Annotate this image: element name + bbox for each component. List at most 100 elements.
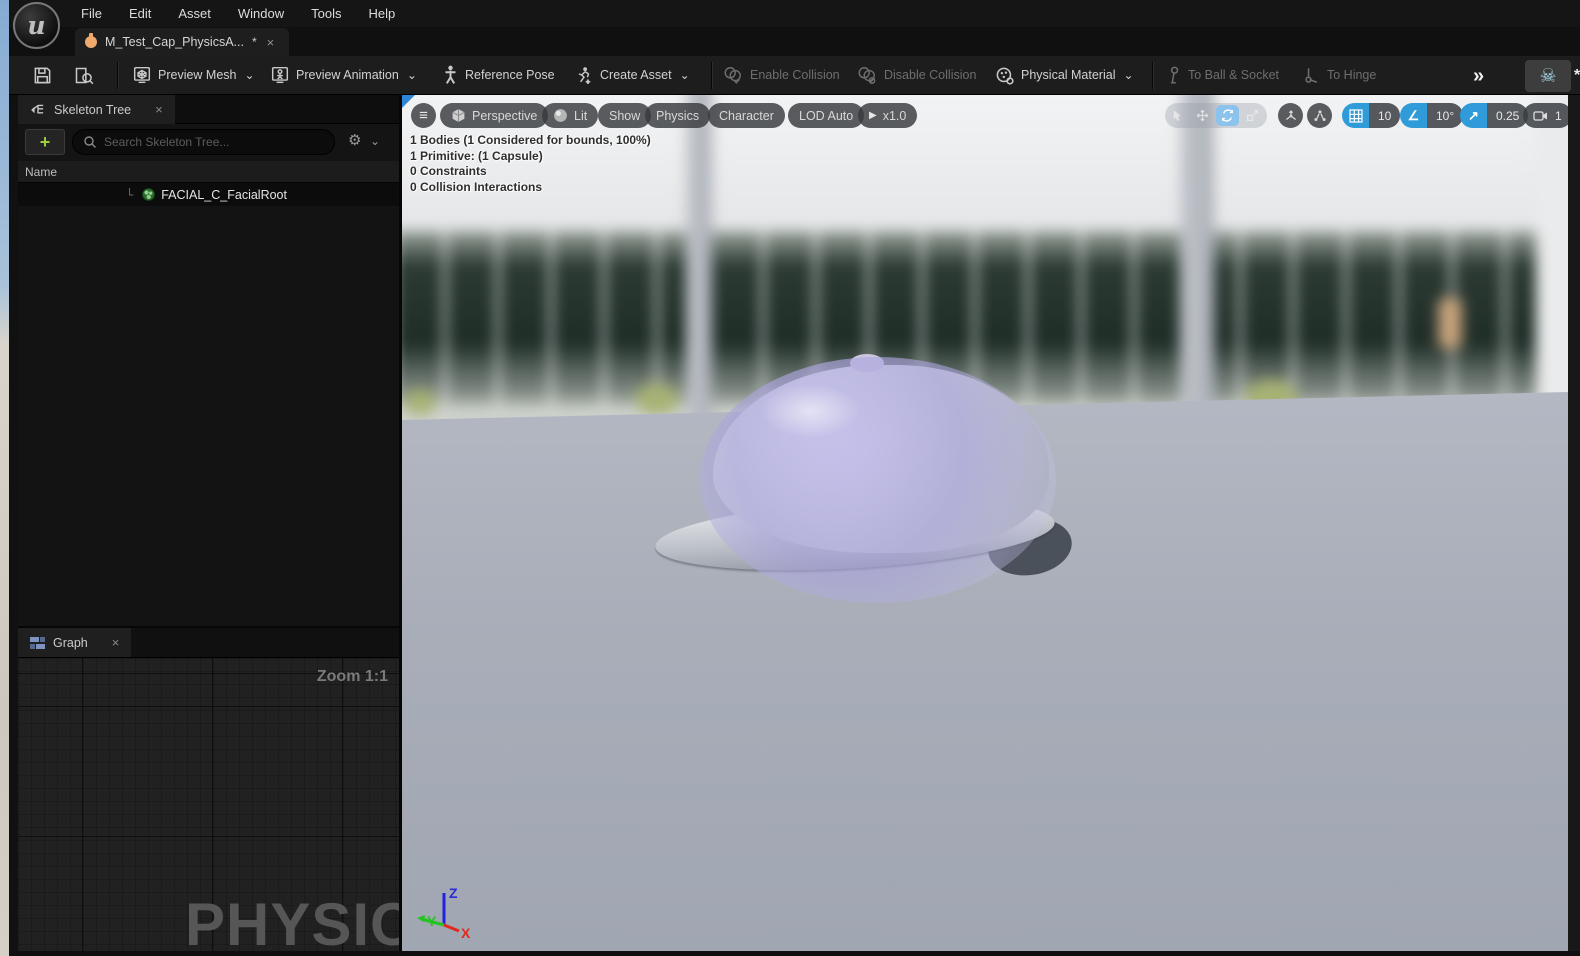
lit-dropdown[interactable]: Lit bbox=[542, 103, 598, 128]
toolbar-overflow-button[interactable]: » bbox=[1473, 65, 1481, 88]
menu-help[interactable]: Help bbox=[368, 6, 395, 21]
scale-snap-toggle[interactable]: ↗ bbox=[1460, 103, 1487, 128]
menu-edit[interactable]: Edit bbox=[129, 6, 151, 21]
grid-snap-value[interactable]: 10 bbox=[1369, 103, 1400, 128]
asset-tab-row: M_Test_Cap_PhysicsA... * × bbox=[9, 27, 1580, 56]
stat-constraints: 0 Constraints bbox=[410, 164, 651, 180]
rotate-tool-button[interactable] bbox=[1216, 105, 1239, 126]
menu-file[interactable]: File bbox=[81, 6, 102, 21]
menu-tools[interactable]: Tools bbox=[311, 6, 341, 21]
graph-canvas[interactable]: Zoom 1:1 PHYSICS bbox=[18, 658, 399, 951]
surface-snapping-button[interactable] bbox=[1307, 103, 1332, 128]
menu-asset[interactable]: Asset bbox=[178, 6, 211, 21]
browse-icon bbox=[73, 66, 94, 85]
tree-branch-glyph: └ bbox=[126, 188, 133, 202]
search-box[interactable] bbox=[72, 129, 335, 155]
tab-graph[interactable]: Graph × bbox=[18, 628, 131, 657]
create-asset-button[interactable]: Create Asset ⌄ bbox=[575, 56, 690, 94]
physical-material-button[interactable]: Physical Material ⌄ bbox=[995, 56, 1134, 94]
tree-row-facial-root[interactable]: └ FACIAL_C_FacialRoot bbox=[18, 183, 399, 206]
search-input[interactable] bbox=[104, 135, 309, 149]
transform-tool-group bbox=[1165, 103, 1267, 128]
asset-tab-title: M_Test_Cap_PhysicsA... bbox=[105, 35, 244, 49]
viewport-focus-corner bbox=[402, 95, 415, 108]
menu-window[interactable]: Window bbox=[238, 6, 284, 21]
close-icon[interactable]: × bbox=[112, 635, 120, 650]
chevron-down-icon: ⌄ bbox=[1123, 68, 1133, 82]
graph-icon bbox=[30, 637, 45, 649]
move-icon bbox=[1196, 109, 1209, 122]
disable-collision-button[interactable]: Disable Collision bbox=[857, 56, 976, 94]
scale-tool-button[interactable] bbox=[1240, 103, 1265, 128]
viewport-menu-button[interactable]: ≡ bbox=[411, 103, 436, 128]
capsule-collision-body[interactable] bbox=[700, 357, 1056, 603]
graph-watermark: PHYSICS bbox=[185, 890, 399, 951]
camera-icon bbox=[1533, 110, 1549, 122]
physics-dropdown[interactable]: Physics bbox=[645, 103, 710, 128]
rotation-snap-control[interactable]: ∠ 10° bbox=[1400, 103, 1463, 128]
perspective-dropdown[interactable]: Perspective bbox=[440, 103, 548, 128]
grid-snap-toggle[interactable] bbox=[1342, 103, 1369, 128]
graph-panel: Graph × Zoom 1:1 PHYSICS bbox=[18, 628, 399, 951]
bush bbox=[404, 389, 436, 415]
skeleton-tree-toolbar: + ⚙ ⌄ bbox=[18, 124, 399, 161]
graph-zoom-level: Zoom 1:1 bbox=[317, 668, 388, 686]
enable-collision-button[interactable]: Enable Collision bbox=[723, 56, 840, 94]
rotation-snap-toggle[interactable]: ∠ bbox=[1400, 103, 1427, 128]
move-tool-button[interactable] bbox=[1190, 103, 1215, 128]
save-button[interactable] bbox=[33, 56, 52, 94]
axis-gizmo: Z Y X bbox=[414, 883, 474, 941]
gear-icon[interactable]: ⚙ bbox=[348, 133, 361, 148]
scale-snap-control[interactable]: ↗ 0.25 bbox=[1460, 103, 1528, 128]
stat-primitives: 1 Primitive: (1 Capsule) bbox=[410, 149, 651, 165]
unreal-logo-icon: u bbox=[13, 2, 60, 49]
add-button[interactable]: + bbox=[25, 129, 65, 155]
preview-animation-button[interactable]: Preview Animation ⌄ bbox=[271, 56, 417, 94]
tab-close-icon[interactable]: × bbox=[267, 35, 275, 50]
menubar: File Edit Asset Window Tools Help bbox=[81, 0, 395, 27]
preview-mesh-button[interactable]: Preview Mesh ⌄ bbox=[133, 56, 255, 94]
window-left-border bbox=[9, 95, 18, 951]
physics-stats: 1 Bodies (1 Considered for bounds, 100%)… bbox=[410, 133, 651, 195]
scale-icon bbox=[1246, 109, 1259, 122]
tab-skeleton-tree[interactable]: Skeleton Tree × bbox=[18, 95, 175, 124]
show-skeleton-button[interactable]: ☠ bbox=[1525, 60, 1571, 92]
select-arrow-icon bbox=[1171, 109, 1184, 122]
main-toolbar: Preview Mesh ⌄ Preview Animation ⌄ Refer… bbox=[9, 56, 1580, 95]
axis-z-label: Z bbox=[449, 885, 458, 901]
3d-viewport[interactable]: 1 Bodies (1 Considered for bounds, 100%)… bbox=[402, 95, 1568, 951]
character-dropdown[interactable]: Character bbox=[708, 103, 785, 128]
cube-icon bbox=[451, 108, 466, 123]
titlebar: File Edit Asset Window Tools Help bbox=[9, 0, 1580, 27]
skeleton-tree-tabstrip: Skeleton Tree × bbox=[18, 95, 399, 124]
chevron-down-icon: ⌄ bbox=[680, 68, 690, 82]
favorite-star-icon[interactable]: * bbox=[1574, 67, 1580, 85]
reference-pose-icon bbox=[443, 65, 458, 85]
ball-socket-icon bbox=[1167, 66, 1181, 85]
save-icon bbox=[33, 66, 52, 85]
building-pillar bbox=[1180, 95, 1214, 415]
to-ball-socket-button[interactable]: To Ball & Socket bbox=[1167, 56, 1279, 94]
playback-speed-button[interactable]: ▶ x1.0 bbox=[858, 103, 917, 128]
grid-snap-control[interactable]: 10 bbox=[1342, 103, 1400, 128]
to-hinge-button[interactable]: To Hinge bbox=[1303, 56, 1376, 94]
reference-pose-button[interactable]: Reference Pose bbox=[443, 56, 555, 94]
camera-speed-control[interactable]: 1 bbox=[1523, 103, 1568, 128]
browse-to-asset-button[interactable] bbox=[73, 56, 94, 94]
show-dropdown[interactable]: Show bbox=[598, 103, 651, 128]
preview-animation-icon bbox=[271, 66, 289, 84]
toolbar-separator bbox=[1152, 62, 1153, 89]
asset-tab[interactable]: M_Test_Cap_PhysicsA... * × bbox=[75, 28, 289, 56]
select-tool-button[interactable] bbox=[1165, 103, 1190, 128]
window-bottom-border bbox=[9, 951, 1580, 956]
camera-speed-value: 1 bbox=[1555, 109, 1562, 123]
coordinate-space-button[interactable] bbox=[1278, 103, 1303, 128]
close-icon[interactable]: × bbox=[155, 102, 163, 117]
chevron-down-icon[interactable]: ⌄ bbox=[370, 134, 380, 148]
rotation-snap-value[interactable]: 10° bbox=[1427, 103, 1463, 128]
chevron-down-icon: ⌄ bbox=[245, 68, 255, 82]
lod-dropdown[interactable]: LOD Auto bbox=[788, 103, 864, 128]
tree-column-header: Name bbox=[18, 161, 399, 183]
skeleton-tree-icon bbox=[30, 103, 46, 117]
play-icon: ▶ bbox=[869, 110, 877, 121]
